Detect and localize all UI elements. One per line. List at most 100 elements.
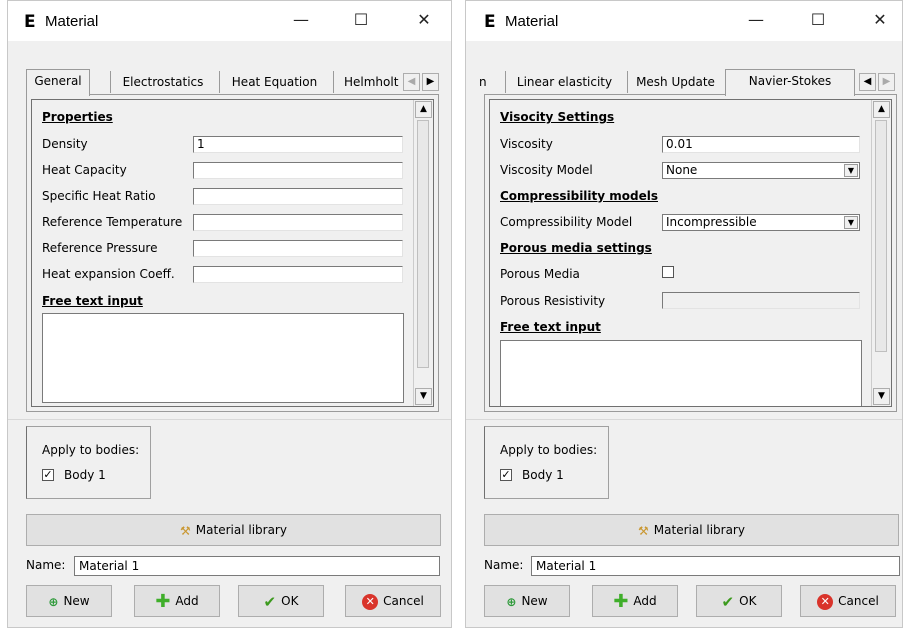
heat-capacity-label: Heat Capacity: [42, 163, 127, 177]
new-icon: ⊕: [48, 594, 59, 609]
viscosity-field[interactable]: 0.01: [662, 136, 860, 153]
density-label: Density: [42, 137, 88, 151]
ok-button[interactable]: ✔ OK: [238, 585, 324, 617]
tab-partial[interactable]: n: [479, 71, 501, 93]
compressibility-model-select[interactable]: Incompressible ▼: [662, 214, 860, 231]
scroll-down-button[interactable]: ▼: [873, 388, 890, 405]
free-text-input[interactable]: [42, 313, 404, 403]
specific-heat-ratio-field[interactable]: [193, 188, 403, 205]
porous-resistivity-label: Porous Resistivity: [500, 294, 606, 308]
tab-electrostatics[interactable]: Electrostatics: [110, 71, 215, 93]
scroll-thumb[interactable]: [417, 120, 429, 368]
apply-to-bodies-label: Apply to bodies:: [500, 443, 598, 457]
add-label: Add: [175, 594, 199, 608]
tab-scroll-left-button[interactable]: ◀: [859, 73, 876, 91]
app-icon: E: [484, 12, 496, 32]
add-button[interactable]: ✚ Add: [134, 585, 220, 617]
reference-temperature-field[interactable]: [193, 214, 403, 231]
add-button[interactable]: ✚ Add: [592, 585, 678, 617]
tab-linear-elasticity[interactable]: Linear elasticity: [505, 71, 623, 93]
apply-to-bodies-group: Apply to bodies: ✓ Body 1: [484, 426, 609, 499]
viscosity-settings-heading: Visocity Settings: [500, 110, 615, 124]
scroll-thumb[interactable]: [875, 120, 887, 352]
library-icon: ⚒: [180, 523, 191, 538]
porous-media-heading: Porous media settings: [500, 241, 652, 255]
specific-heat-ratio-label: Specific Heat Ratio: [42, 189, 156, 203]
plus-icon: ✚: [613, 590, 629, 612]
apply-to-bodies-group: Apply to bodies: ✓ Body 1: [26, 426, 151, 499]
cancel-button[interactable]: ✕ Cancel: [800, 585, 896, 617]
separator: [466, 419, 902, 420]
tab-helmholtz[interactable]: Helmholt: [333, 71, 399, 93]
body-1-label: Body 1: [522, 468, 564, 482]
material-library-button[interactable]: ⚒ Material library: [26, 514, 441, 546]
window-title: Material: [45, 13, 99, 30]
close-button[interactable]: ✕: [406, 5, 442, 35]
viscosity-model-select[interactable]: None ▼: [662, 162, 860, 179]
name-label: Name:: [26, 558, 66, 572]
dropdown-arrow-icon: ▼: [844, 216, 858, 229]
scroll-area: Properties Density 1 Heat Capacity Speci…: [31, 99, 434, 407]
material-library-label: Material library: [653, 523, 745, 537]
close-button[interactable]: ✕: [862, 5, 898, 35]
separator: [8, 419, 451, 420]
porous-media-checkbox[interactable]: [662, 266, 674, 278]
heat-capacity-field[interactable]: [193, 162, 403, 179]
minimize-button[interactable]: —: [283, 5, 319, 35]
maximize-button[interactable]: ☐: [343, 5, 379, 35]
title-bar[interactable]: E Material — ☐ ✕: [466, 1, 902, 41]
viscosity-model-label: Viscosity Model: [500, 163, 593, 177]
compressibility-heading: Compressibility models: [500, 189, 658, 203]
free-text-heading: Free text input: [42, 294, 143, 308]
cancel-icon: ✕: [362, 593, 379, 610]
material-window-left: E Material — ☐ ✕ General Electrostatics …: [7, 0, 452, 628]
tab-scroll-right-button[interactable]: ▶: [878, 73, 895, 91]
body-1-checkbox[interactable]: ✓: [42, 469, 54, 481]
cancel-button[interactable]: ✕ Cancel: [345, 585, 441, 617]
name-field[interactable]: Material 1: [74, 556, 440, 576]
body-1-checkbox[interactable]: ✓: [500, 469, 512, 481]
free-text-heading: Free text input: [500, 320, 601, 334]
material-library-label: Material library: [195, 523, 287, 537]
tab-strip: n Linear elasticity Mesh Update Navier-S…: [479, 69, 895, 96]
new-button[interactable]: ⊕ New: [484, 585, 570, 617]
scroll-area: Visocity Settings Viscosity 0.01 Viscosi…: [489, 99, 892, 407]
reference-pressure-field[interactable]: [193, 240, 403, 257]
maximize-button[interactable]: ☐: [800, 5, 836, 35]
tab-scroll-right-button[interactable]: ▶: [422, 73, 439, 91]
material-window-right: E Material — ☐ ✕ n Linear elasticity Mes…: [465, 0, 903, 628]
tab-navier-stokes[interactable]: Navier-Stokes: [725, 69, 855, 96]
check-icon: ✔: [721, 592, 735, 611]
new-icon: ⊕: [506, 594, 517, 609]
viscosity-label: Viscosity: [500, 137, 553, 151]
heat-expansion-coeff-field[interactable]: [193, 266, 403, 283]
reference-pressure-label: Reference Pressure: [42, 241, 158, 255]
new-label: New: [521, 594, 548, 608]
tab-general[interactable]: General: [26, 69, 90, 96]
ok-button[interactable]: ✔ OK: [696, 585, 782, 617]
minimize-button[interactable]: —: [738, 5, 774, 35]
new-button[interactable]: ⊕ New: [26, 585, 112, 617]
vertical-scrollbar[interactable]: ▲ ▼: [413, 100, 433, 406]
vertical-scrollbar[interactable]: ▲ ▼: [871, 100, 891, 406]
title-bar[interactable]: E Material — ☐ ✕: [8, 1, 451, 41]
tab-scroll-left-button[interactable]: ◀: [403, 73, 420, 91]
material-library-button[interactable]: ⚒ Material library: [484, 514, 899, 546]
body-1-label: Body 1: [64, 468, 106, 482]
tab-mesh-update[interactable]: Mesh Update: [627, 71, 723, 93]
name-field[interactable]: Material 1: [531, 556, 900, 576]
scroll-down-button[interactable]: ▼: [415, 388, 432, 405]
scroll-up-button[interactable]: ▲: [873, 101, 890, 118]
porous-resistivity-field[interactable]: [662, 292, 860, 309]
plus-icon: ✚: [155, 590, 171, 612]
tab-panel-navier-stokes: Visocity Settings Viscosity 0.01 Viscosi…: [484, 94, 897, 412]
reference-temperature-label: Reference Temperature: [42, 215, 183, 229]
scroll-up-button[interactable]: ▲: [415, 101, 432, 118]
density-field[interactable]: 1: [193, 136, 403, 153]
free-text-input[interactable]: [500, 340, 862, 406]
app-icon: E: [24, 12, 36, 32]
tab-panel-general: Properties Density 1 Heat Capacity Speci…: [26, 94, 439, 412]
cancel-icon: ✕: [817, 593, 834, 610]
tab-heat-equation[interactable]: Heat Equation: [219, 71, 329, 93]
ok-label: OK: [739, 594, 757, 608]
